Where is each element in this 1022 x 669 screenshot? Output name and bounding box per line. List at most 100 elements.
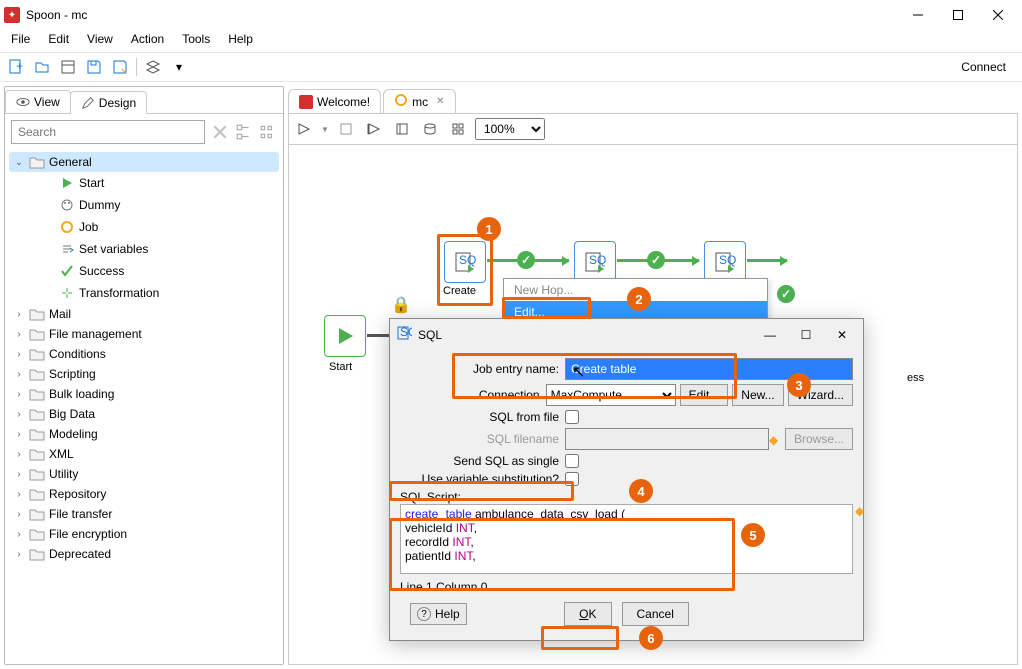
tree-filemgmt[interactable]: ›File management (9, 324, 279, 344)
canvas-toolbar: ▼ 100% (288, 114, 1018, 145)
tree-utility[interactable]: ›Utility (9, 464, 279, 484)
tree-setvars[interactable]: Set variables (9, 238, 279, 260)
node-sql-2[interactable]: SQL (574, 241, 616, 283)
clear-search-icon[interactable] (211, 123, 229, 141)
window-maximize-button[interactable] (938, 1, 978, 29)
stop-icon[interactable] (335, 118, 357, 140)
expand-all-icon[interactable] (235, 123, 253, 141)
window-close-button[interactable] (978, 1, 1018, 29)
job-entry-name-input[interactable] (565, 358, 853, 380)
welcome-icon (299, 95, 313, 109)
zoom-select[interactable]: 100% (475, 118, 545, 140)
wizard-button[interactable]: Wizard... (788, 384, 853, 406)
tree-start[interactable]: Start (9, 172, 279, 194)
expand-icon[interactable]: › (13, 509, 25, 520)
use-var-checkbox[interactable] (565, 472, 579, 486)
new-file-icon[interactable]: + (6, 57, 26, 77)
db-icon[interactable] (419, 118, 441, 140)
run-dropdown-icon[interactable]: ▼ (321, 125, 329, 134)
preview-icon[interactable] (391, 118, 413, 140)
save-as-icon[interactable] (110, 57, 130, 77)
sql-filename-input[interactable] (565, 428, 769, 450)
menu-view[interactable]: View (80, 30, 120, 52)
perspective-dropdown-icon[interactable]: ▾ (169, 57, 189, 77)
ok-button[interactable]: OK (564, 602, 611, 626)
collapse-all-icon[interactable] (259, 123, 277, 141)
edit-connection-button[interactable]: Edit... (680, 384, 729, 406)
close-tab-icon[interactable]: ✕ (436, 96, 444, 107)
expand-icon[interactable]: › (13, 409, 25, 420)
save-icon[interactable] (84, 57, 104, 77)
tree-conditions[interactable]: ›Conditions (9, 344, 279, 364)
grid-icon[interactable] (447, 118, 469, 140)
window-minimize-button[interactable] (898, 1, 938, 29)
dialog-maximize-button[interactable]: ☐ (791, 328, 821, 342)
tree-bigdata[interactable]: ›Big Data (9, 404, 279, 424)
replay-icon[interactable] (363, 118, 385, 140)
search-input[interactable] (11, 120, 205, 144)
tree-job[interactable]: Job (9, 216, 279, 238)
hop-check-icon: ✓ (777, 285, 795, 303)
tree-repository[interactable]: ›Repository (9, 484, 279, 504)
tree-dummy[interactable]: Dummy (9, 194, 279, 216)
dialog-minimize-button[interactable]: — (755, 328, 785, 342)
connection-select[interactable]: MaxCompute (546, 384, 676, 406)
run-icon[interactable] (293, 118, 315, 140)
tree-xml[interactable]: ›XML (9, 444, 279, 464)
new-connection-button[interactable]: New... (732, 384, 783, 406)
transformation-icon (59, 285, 75, 301)
expand-icon[interactable]: › (13, 329, 25, 340)
expand-icon[interactable]: › (13, 529, 25, 540)
tree-modeling[interactable]: ›Modeling (9, 424, 279, 444)
expand-icon[interactable]: › (13, 309, 25, 320)
tree-scripting[interactable]: ›Scripting (9, 364, 279, 384)
help-button[interactable]: ?Help (410, 603, 467, 625)
ctx-new-hop[interactable]: New Hop... (504, 279, 767, 301)
play-icon (59, 175, 75, 191)
collapse-icon[interactable]: ⌄ (13, 157, 25, 168)
tab-design[interactable]: Design (70, 91, 147, 114)
expand-icon[interactable]: › (13, 489, 25, 500)
tab-view[interactable]: View (5, 90, 71, 113)
menu-edit[interactable]: Edit (41, 30, 76, 52)
explore-icon[interactable] (58, 57, 78, 77)
cancel-button[interactable]: Cancel (622, 602, 689, 626)
hop-arrow[interactable] (747, 259, 787, 262)
expand-icon[interactable]: › (13, 429, 25, 440)
tree-transformation[interactable]: Transformation (9, 282, 279, 304)
tab-mc[interactable]: mc ✕ (383, 89, 455, 113)
lock-icon: 🔒 (391, 295, 411, 315)
tree-mail[interactable]: ›Mail (9, 304, 279, 324)
expand-icon[interactable]: › (13, 389, 25, 400)
check-icon (59, 263, 75, 279)
expand-icon[interactable]: › (13, 549, 25, 560)
job-canvas[interactable]: 🔒 Start SQL Create ✓ SQL ✓ SQL ✓ ess (288, 145, 1018, 665)
menu-file[interactable]: File (4, 30, 37, 52)
tree-filetransfer[interactable]: ›File transfer (9, 504, 279, 524)
tab-welcome[interactable]: Welcome! (288, 89, 381, 113)
expand-icon[interactable]: › (13, 349, 25, 360)
browse-button[interactable]: Browse... (785, 428, 853, 450)
folder-icon (29, 547, 45, 561)
node-start[interactable] (324, 315, 366, 357)
node-sql-3[interactable]: SQL (704, 241, 746, 283)
menu-action[interactable]: Action (124, 30, 171, 52)
sql-script-textarea[interactable]: create table ambulance_data_csv_load ( v… (400, 504, 853, 574)
connect-link[interactable]: Connect (961, 60, 1006, 74)
node-create[interactable]: SQL (444, 241, 486, 283)
expand-icon[interactable]: › (13, 469, 25, 480)
perspective-icon[interactable] (143, 57, 163, 77)
tree-fileenc[interactable]: ›File encryption (9, 524, 279, 544)
tree-general[interactable]: ⌄ General (9, 152, 279, 172)
expand-icon[interactable]: › (13, 369, 25, 380)
tree-deprecated[interactable]: ›Deprecated (9, 544, 279, 564)
menu-help[interactable]: Help (221, 30, 260, 52)
menu-tools[interactable]: Tools (175, 30, 217, 52)
dialog-close-button[interactable]: ✕ (827, 328, 857, 342)
tree-success[interactable]: Success (9, 260, 279, 282)
sql-from-file-checkbox[interactable] (565, 410, 579, 424)
send-single-checkbox[interactable] (565, 454, 579, 468)
tree-bulk[interactable]: ›Bulk loading (9, 384, 279, 404)
open-icon[interactable] (32, 57, 52, 77)
expand-icon[interactable]: › (13, 449, 25, 460)
